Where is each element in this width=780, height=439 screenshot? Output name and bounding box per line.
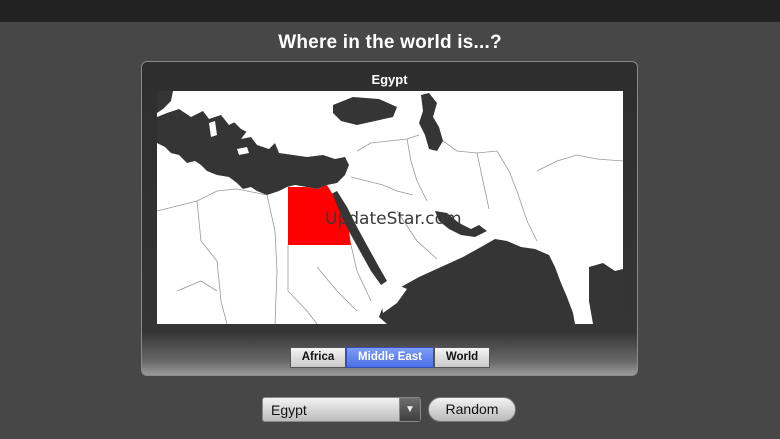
top-bar xyxy=(0,0,780,22)
region-tab-africa[interactable]: Africa xyxy=(290,347,346,368)
region-map xyxy=(157,91,623,324)
sea-bengal xyxy=(589,263,623,324)
sea-mediterranean xyxy=(157,109,349,195)
page-title: Where in the world is...? xyxy=(278,32,502,53)
region-segmented-control: Africa Middle East World xyxy=(290,347,490,368)
chevron-down-icon: ▼ xyxy=(399,398,420,421)
country-title: Egypt xyxy=(371,72,408,87)
land-balkans xyxy=(261,91,307,143)
watermark-text: UpdateStar.com xyxy=(325,209,462,229)
sea-arabian xyxy=(379,239,575,324)
random-button[interactable]: Random xyxy=(428,397,516,422)
country-select[interactable]: Egypt ▼ xyxy=(262,397,421,422)
map-panel: Egypt UpdateStar.com Africa Middle East … xyxy=(141,61,638,376)
sea-caspian xyxy=(419,93,443,151)
country-select-value: Egypt xyxy=(271,402,307,418)
sea-black xyxy=(333,97,397,125)
map-view[interactable]: UpdateStar.com xyxy=(157,91,623,324)
region-tab-middle-east[interactable]: Middle East xyxy=(346,347,434,368)
sea-atlantic xyxy=(157,91,173,113)
region-tab-world[interactable]: World xyxy=(434,347,490,368)
